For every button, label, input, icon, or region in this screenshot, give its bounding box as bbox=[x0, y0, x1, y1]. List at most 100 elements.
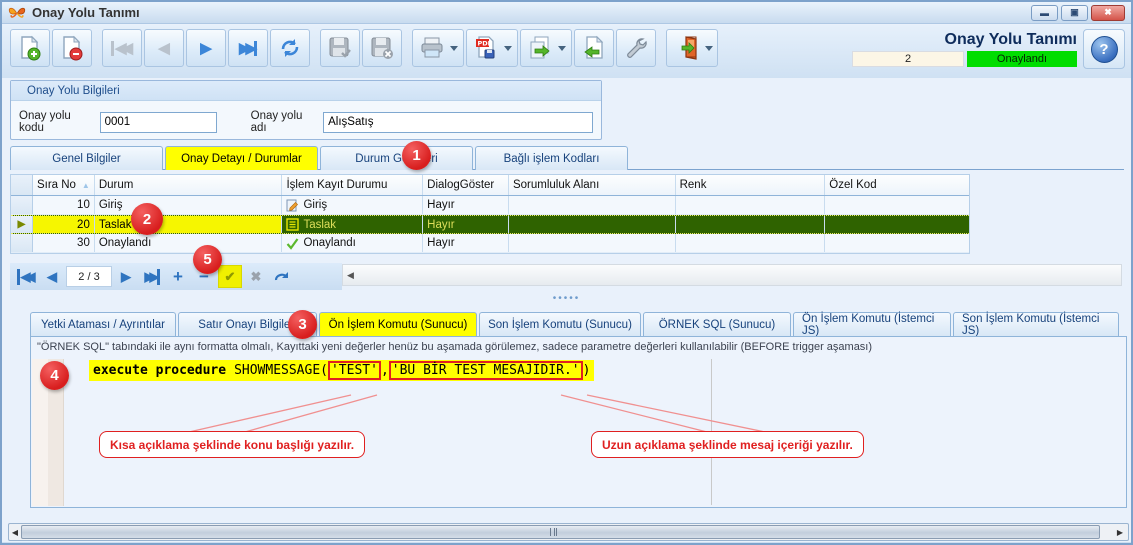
print-dropdown-icon[interactable] bbox=[450, 46, 458, 51]
maximize-button[interactable]: ▣ bbox=[1061, 5, 1088, 21]
tab-onay-detayi-durumlar[interactable]: Onay Detayı / Durumlar bbox=[165, 146, 318, 170]
scroll-left-icon: ◀ bbox=[347, 270, 354, 281]
sort-asc-icon: ▲ bbox=[82, 181, 90, 190]
save-cancel-button[interactable] bbox=[362, 29, 402, 67]
command-editor-panel: "ÖRNEK SQL" tabındaki ile aynı formatta … bbox=[30, 336, 1127, 508]
titlebar: Onay Yolu Tanımı ▬ ▣ ✖ bbox=[2, 2, 1131, 24]
edit-icon bbox=[286, 199, 299, 212]
check-icon bbox=[286, 237, 299, 250]
next-record-icon: ▶ bbox=[200, 41, 212, 56]
code-arg-message: 'BU BİR TEST MESAJIDIR.' bbox=[389, 361, 583, 380]
tab-durum-gecisleri[interactable]: Durum Geçişleri bbox=[320, 146, 473, 170]
nav-post-button[interactable]: ✔ bbox=[218, 265, 242, 288]
print-icon bbox=[419, 36, 445, 60]
code-call: SHOWMESSAGE( bbox=[234, 363, 328, 378]
import-record-icon bbox=[582, 35, 606, 61]
sql-command-line[interactable]: execute procedureSHOWMESSAGE('TEST','BU … bbox=[89, 363, 594, 378]
tab-genel-bilgiler[interactable]: Genel Bilgiler bbox=[10, 146, 163, 170]
refresh-button[interactable] bbox=[270, 29, 310, 67]
svg-text:PDF: PDF bbox=[477, 40, 492, 48]
current-row-icon: ▶ bbox=[18, 219, 26, 230]
scrollbar-left-icon: ◀ bbox=[9, 528, 21, 537]
pdf-dropdown-icon[interactable] bbox=[504, 46, 512, 51]
close-button[interactable]: ✖ bbox=[1091, 5, 1125, 21]
last-record-button[interactable]: ▶▶ bbox=[228, 29, 268, 67]
scrollbar-grip-icon bbox=[550, 528, 557, 536]
new-record-button[interactable] bbox=[10, 29, 50, 67]
detail-tab-bar: Yetki Ataması / Ayrıntılar Satır Onayı B… bbox=[30, 312, 1130, 336]
annotation-step-2: 2 bbox=[131, 203, 163, 235]
close-icon: ✖ bbox=[1104, 7, 1112, 18]
callout-long-description: Uzun açıklama şeklinde mesaj içeriği yaz… bbox=[591, 431, 864, 458]
group-title: Onay Yolu Bilgileri bbox=[11, 81, 601, 101]
nav-next-icon: ▶ bbox=[121, 269, 131, 285]
tools-button[interactable] bbox=[616, 29, 656, 67]
nav-insert-button[interactable]: + bbox=[166, 265, 190, 288]
grid-row-onaylandi[interactable]: 30 Onaylandı Onaylandı Hayır bbox=[11, 234, 969, 253]
nav-last-button[interactable]: ▶▶ bbox=[140, 265, 164, 288]
code-suffix: ) bbox=[583, 363, 591, 378]
approval-path-info-group: Onay Yolu Bilgileri Onay yolu kodu Onay … bbox=[10, 80, 602, 140]
scrollbar-right-icon: ▶ bbox=[1114, 528, 1126, 537]
tab-ornek-sql[interactable]: ÖRNEK SQL (Sunucu) bbox=[643, 312, 791, 336]
wrench-icon bbox=[624, 36, 648, 60]
tab-son-islem-sunucu[interactable]: Son İşlem Komutu (Sunucu) bbox=[479, 312, 641, 336]
tab-on-islem-istemci[interactable]: Ön İşlem Komutu (İstemci JS) bbox=[793, 312, 951, 336]
nav-cancel-button[interactable]: ✖ bbox=[244, 265, 268, 288]
splitter-grip-icon: ••••• bbox=[553, 297, 581, 301]
exit-button[interactable] bbox=[666, 29, 718, 67]
next-record-button[interactable]: ▶ bbox=[186, 29, 226, 67]
code-input[interactable] bbox=[100, 112, 217, 133]
record-count-box: 2 bbox=[852, 51, 964, 67]
first-record-button[interactable]: ◀◀ bbox=[102, 29, 142, 67]
tab-on-islem-sunucu[interactable]: Ön İşlem Komutu (Sunucu) bbox=[319, 312, 477, 336]
nav-first-button[interactable]: ◀◀ bbox=[14, 265, 38, 288]
name-input[interactable] bbox=[323, 112, 593, 133]
scrollbar-thumb[interactable] bbox=[21, 525, 1100, 539]
print-button[interactable] bbox=[412, 29, 464, 67]
nav-previous-button[interactable]: ◀ bbox=[40, 265, 64, 288]
panel-splitter[interactable]: ••••• bbox=[2, 292, 1131, 306]
nav-refresh-button[interactable] bbox=[270, 265, 294, 288]
pdf-icon: PDF bbox=[473, 35, 499, 61]
annotation-step-3: 3 bbox=[288, 310, 317, 339]
help-button[interactable]: ? bbox=[1083, 29, 1125, 69]
help-icon: ? bbox=[1091, 36, 1118, 63]
main-tab-bar: Genel Bilgiler Onay Detayı / Durumlar Du… bbox=[10, 146, 1124, 170]
import-record-button[interactable] bbox=[574, 29, 614, 67]
delete-record-icon bbox=[60, 35, 84, 61]
code-keyword: execute procedure bbox=[93, 363, 226, 378]
window-horizontal-scrollbar[interactable]: ◀ ▶ bbox=[8, 523, 1129, 541]
previous-record-button[interactable]: ◀ bbox=[144, 29, 184, 67]
nav-next-button[interactable]: ▶ bbox=[114, 265, 138, 288]
minimize-button[interactable]: ▬ bbox=[1031, 5, 1058, 21]
tab-yetki-atamasi[interactable]: Yetki Ataması / Ayrıntılar bbox=[30, 312, 176, 336]
minimize-icon: ▬ bbox=[1040, 8, 1049, 18]
exit-dropdown-icon[interactable] bbox=[705, 46, 713, 51]
save-confirm-icon bbox=[327, 35, 353, 61]
export-pdf-button[interactable]: PDF bbox=[466, 29, 518, 67]
nav-last-icon: ▶▶ bbox=[145, 269, 160, 285]
annotation-step-5: 5 bbox=[193, 245, 222, 274]
tab-son-islem-istemci[interactable]: Son İşlem Komutu (İstemci JS) bbox=[953, 312, 1119, 336]
copy-record-button[interactable] bbox=[520, 29, 572, 67]
record-navigator: ◀◀ ◀ 2 / 3 ▶ ▶▶ + − ✔ ✖ bbox=[10, 263, 342, 290]
save-cancel-icon bbox=[369, 35, 395, 61]
copy-dropdown-icon[interactable] bbox=[558, 46, 566, 51]
cancel-x-icon: ✖ bbox=[251, 269, 262, 285]
form-title: Onay Yolu Tanımı bbox=[945, 31, 1077, 49]
grid-header: Sıra No▲ Durum İşlem Kayıt Durumu Dialog… bbox=[11, 175, 969, 196]
refresh-icon bbox=[278, 36, 302, 60]
confirm-check-icon: ✔ bbox=[225, 269, 236, 285]
app-window: Onay Yolu Tanımı ▬ ▣ ✖ bbox=[0, 0, 1133, 545]
nav-position: 2 / 3 bbox=[66, 266, 112, 287]
app-logo-icon bbox=[8, 6, 26, 20]
grid-horizontal-scrollbar[interactable]: ◀ bbox=[342, 264, 1122, 286]
nav-first-icon: ◀◀ bbox=[17, 269, 36, 285]
save-confirm-button[interactable] bbox=[320, 29, 360, 67]
plus-icon: + bbox=[173, 267, 183, 287]
tab-bagli-islem-kodlari[interactable]: Bağlı işlem Kodları bbox=[475, 146, 628, 170]
annotation-step-4: 4 bbox=[40, 361, 69, 390]
last-record-icon: ▶▶ bbox=[239, 41, 257, 56]
delete-record-button[interactable] bbox=[52, 29, 92, 67]
